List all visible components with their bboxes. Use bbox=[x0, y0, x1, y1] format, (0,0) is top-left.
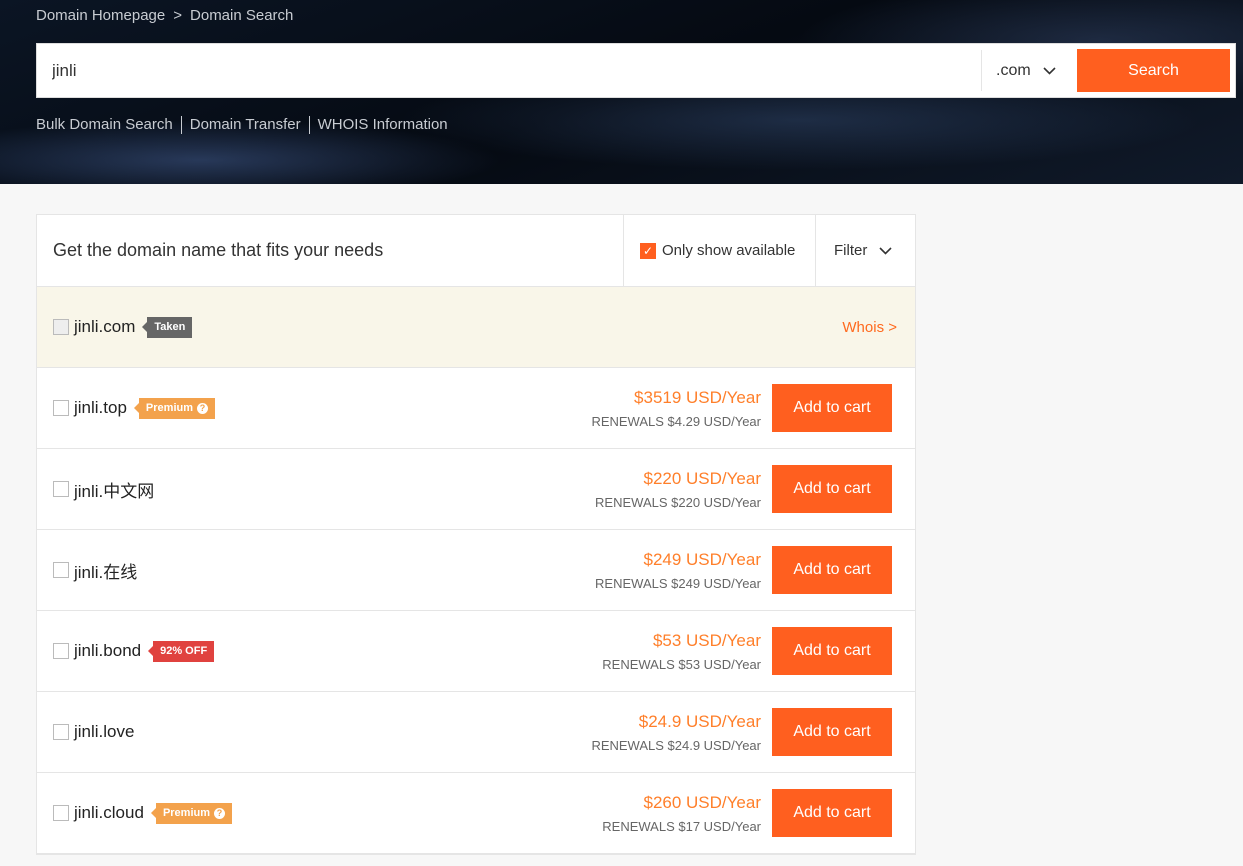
domain-name: jinli.bond bbox=[74, 641, 142, 660]
price-block: $260 USD/Year RENEWALS $17 USD/Year bbox=[602, 793, 761, 834]
price: $260 USD/Year bbox=[643, 792, 761, 812]
add-to-cart-button[interactable]: Add to cart bbox=[772, 789, 892, 837]
domain-checkbox[interactable] bbox=[53, 400, 69, 416]
domain-row: jinli.love $24.9 USD/Year RENEWALS $24.9 … bbox=[37, 692, 915, 773]
breadcrumb-home[interactable]: Domain Homepage bbox=[36, 7, 165, 24]
domain-name: jinli.cloud bbox=[74, 803, 144, 822]
add-to-cart-button[interactable]: Add to cart bbox=[772, 627, 892, 675]
domain-checkbox[interactable] bbox=[53, 562, 69, 578]
domain-checkbox[interactable] bbox=[53, 724, 69, 740]
domain-checkbox[interactable] bbox=[53, 643, 69, 659]
link-domain-transfer[interactable]: Domain Transfer bbox=[180, 116, 309, 134]
breadcrumb-separator: > bbox=[173, 7, 183, 24]
link-whois[interactable]: WHOIS Information bbox=[308, 116, 456, 134]
price: $53 USD/Year bbox=[652, 630, 761, 650]
results-panel: Get the domain name that fits your needs… bbox=[36, 214, 916, 855]
add-to-cart-button[interactable]: Add to cart bbox=[772, 465, 892, 513]
renewal-price: RENEWALS $24.9 USD/Year bbox=[591, 737, 761, 753]
quick-links: Bulk Domain Search Domain Transfer WHOIS… bbox=[36, 116, 456, 134]
taken-badge: Taken bbox=[142, 316, 193, 338]
chevron-down-icon bbox=[1043, 66, 1056, 75]
breadcrumb: Domain Homepage > Domain Search bbox=[36, 7, 301, 24]
whois-link[interactable]: Whois > bbox=[842, 319, 897, 336]
price: $3519 USD/Year bbox=[634, 387, 761, 407]
results-header: Get the domain name that fits your needs… bbox=[37, 215, 915, 287]
domain-name: jinli.在线 bbox=[74, 562, 138, 582]
price-block: $53 USD/Year RENEWALS $53 USD/Year bbox=[602, 631, 761, 672]
renewal-price: RENEWALS $249 USD/Year bbox=[595, 575, 761, 591]
price-block: $220 USD/Year RENEWALS $220 USD/Year bbox=[595, 469, 761, 510]
chevron-down-icon bbox=[879, 246, 892, 255]
help-icon[interactable]: ? bbox=[214, 807, 226, 819]
tld-select[interactable]: .com bbox=[981, 50, 1073, 91]
premium-badge: Premium? bbox=[133, 397, 215, 419]
discount-badge: 92% OFF bbox=[148, 640, 215, 662]
search-button[interactable]: Search bbox=[1077, 49, 1230, 92]
help-icon[interactable]: ? bbox=[197, 402, 208, 414]
tld-value: .com bbox=[996, 61, 1031, 79]
renewal-price: RENEWALS $53 USD/Year bbox=[602, 656, 761, 672]
price: $249 USD/Year bbox=[643, 549, 761, 569]
badge-label: Premium bbox=[162, 806, 211, 819]
domain-name: jinli.com bbox=[74, 317, 136, 336]
premium-badge: Premium? bbox=[150, 802, 233, 824]
renewal-price: RENEWALS $4.29 USD/Year bbox=[591, 413, 761, 429]
checkbox-checked-icon: ✓ bbox=[640, 242, 656, 259]
domain-row: jinli.在线 $249 USD/Year RENEWALS $249 USD/… bbox=[37, 530, 915, 611]
domain-checkbox[interactable] bbox=[53, 481, 69, 497]
only-available-checkbox[interactable]: ✓ Only show available bbox=[623, 215, 815, 286]
domain-name: jinli.top bbox=[74, 398, 127, 417]
search-bar: .com Search bbox=[36, 43, 1236, 98]
renewal-price: RENEWALS $17 USD/Year bbox=[602, 818, 761, 834]
filter-label: Filter bbox=[834, 242, 868, 259]
results-title: Get the domain name that fits your needs bbox=[53, 240, 384, 260]
filter-dropdown[interactable]: Filter bbox=[815, 215, 915, 286]
domain-row: jinli.中文网 $220 USD/Year RENEWALS $220 USD… bbox=[37, 449, 915, 530]
add-to-cart-button[interactable]: Add to cart bbox=[772, 708, 892, 756]
only-available-label: Only show available bbox=[662, 242, 796, 259]
search-input[interactable] bbox=[52, 44, 972, 97]
link-bulk-search[interactable]: Bulk Domain Search bbox=[36, 116, 181, 134]
price-block: $3519 USD/Year RENEWALS $4.29 USD/Year bbox=[591, 388, 761, 429]
add-to-cart-button[interactable]: Add to cart bbox=[772, 546, 892, 594]
domain-row: jinli.top Premium? $3519 USD/Year RENEWALS… bbox=[37, 368, 915, 449]
domain-row: jinli.cloud Premium? $260 USD/Year RENEWAL… bbox=[37, 773, 915, 854]
domain-row: jinli.bond 92% OFF $53 USD/Year RENEWALS $… bbox=[37, 611, 915, 692]
price-block: $24.9 USD/Year RENEWALS $24.9 USD/Year bbox=[591, 712, 761, 753]
breadcrumb-current: Domain Search bbox=[190, 7, 294, 24]
domain-name: jinli.love bbox=[74, 722, 135, 741]
badge-label: 92% OFF bbox=[160, 644, 208, 657]
badge-label: Premium bbox=[145, 401, 193, 414]
price: $24.9 USD/Year bbox=[638, 711, 761, 731]
domain-row-taken: jinli.com Taken Whois > bbox=[37, 287, 915, 368]
hero-banner: Domain Homepage > Domain Search .com Searc… bbox=[0, 0, 1243, 184]
price-block: $249 USD/Year RENEWALS $249 USD/Year bbox=[595, 550, 761, 591]
add-to-cart-button[interactable]: Add to cart bbox=[772, 384, 892, 432]
domain-checkbox[interactable] bbox=[53, 319, 69, 335]
domain-name: jinli.中文网 bbox=[74, 481, 155, 501]
price: $220 USD/Year bbox=[643, 468, 761, 488]
renewal-price: RENEWALS $220 USD/Year bbox=[595, 494, 761, 510]
domain-checkbox[interactable] bbox=[53, 805, 69, 821]
